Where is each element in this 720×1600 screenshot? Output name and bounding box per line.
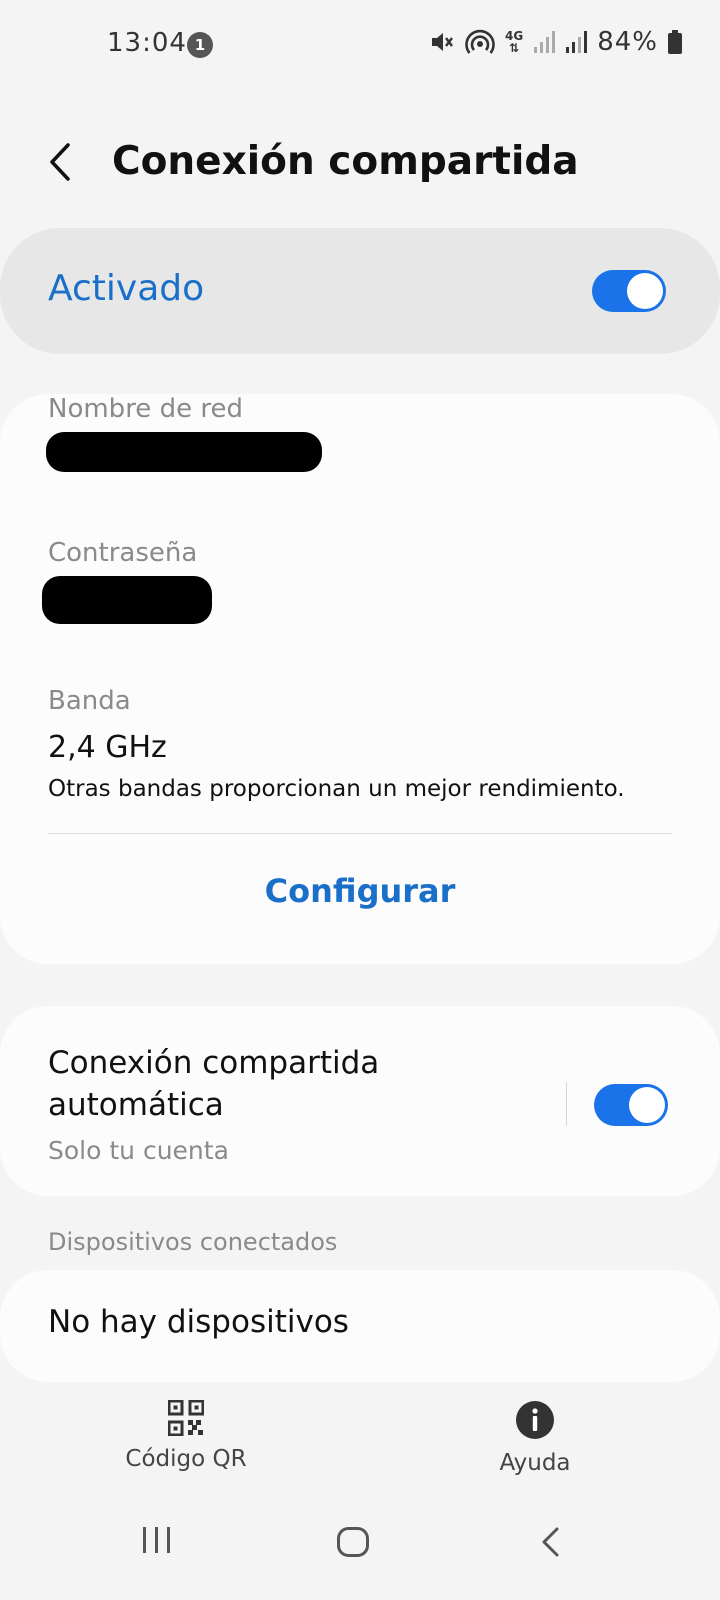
- mute-icon: [432, 33, 453, 51]
- bottom-actions: Código QR Ayuda: [0, 1400, 720, 1500]
- auto-hotspot-subtitle: Solo tu cuenta: [48, 1136, 229, 1165]
- notification-count-badge: 1: [187, 32, 213, 58]
- no-devices-text: No hay dispositivos: [48, 1304, 349, 1340]
- home-icon: [337, 1527, 369, 1557]
- info-icon: [516, 1401, 554, 1439]
- help-label: Ayuda: [499, 1450, 571, 1476]
- help-button[interactable]: Ayuda: [480, 1400, 590, 1476]
- recents-button[interactable]: [140, 1526, 174, 1560]
- band-value: 2,4 GHz: [48, 730, 167, 765]
- configure-button[interactable]: Configurar: [0, 872, 720, 910]
- back-arrow-icon: [50, 143, 70, 181]
- band-label: Banda: [48, 686, 131, 716]
- auto-hotspot-title: Conexión compartida automática: [48, 1045, 380, 1123]
- password-label: Contraseña: [48, 538, 198, 568]
- toggle-knob: [627, 273, 663, 309]
- master-toggle-switch[interactable]: [592, 270, 666, 312]
- toggle-knob: [629, 1087, 665, 1123]
- qr-code-button[interactable]: Código QR: [118, 1400, 254, 1472]
- signal-icon: [534, 31, 556, 53]
- password-redacted: [42, 576, 212, 624]
- band-note: Otras bandas proporcionan un mejor rendi…: [48, 776, 625, 802]
- auto-hotspot-card[interactable]: Conexión compartida automática Solo tu c…: [0, 1006, 720, 1196]
- back-icon: [542, 1527, 559, 1557]
- system-nav-bar: [0, 1510, 720, 1600]
- network-name-redacted: [46, 432, 322, 472]
- back-button[interactable]: [40, 137, 80, 187]
- vertical-separator: [566, 1082, 567, 1126]
- master-switch-label: Activado: [48, 268, 205, 309]
- network-name-label: Nombre de red: [48, 394, 243, 424]
- recents-icon: [143, 1527, 170, 1553]
- nav-back-button[interactable]: [538, 1526, 564, 1564]
- status-time: 13:04: [107, 28, 187, 58]
- status-bar: 13:04 1 4G ⇅ 84%: [0, 0, 720, 90]
- 4g-data-icon: 4G ⇅: [505, 29, 524, 55]
- auto-hotspot-toggle-switch[interactable]: [594, 1084, 668, 1126]
- signal-icon: [566, 31, 588, 53]
- app-bar: Conexión compartida: [0, 125, 720, 205]
- qr-code-icon: [168, 1400, 204, 1436]
- home-button[interactable]: [336, 1526, 370, 1564]
- divider: [48, 833, 672, 834]
- battery-icon: [668, 30, 682, 54]
- status-icons: 4G ⇅ 84%: [429, 27, 682, 57]
- battery-percent: 84%: [597, 27, 658, 57]
- network-settings-card: Nombre de red Contraseña Banda 2,4 GHz O…: [0, 394, 720, 964]
- qr-code-label: Código QR: [125, 1446, 247, 1472]
- connected-devices-header: Dispositivos conectados: [48, 1228, 338, 1256]
- page-title: Conexión compartida: [112, 139, 579, 184]
- hotspot-icon: [465, 29, 495, 54]
- master-switch-row[interactable]: Activado: [0, 228, 720, 354]
- connected-devices-card: No hay dispositivos: [0, 1270, 720, 1382]
